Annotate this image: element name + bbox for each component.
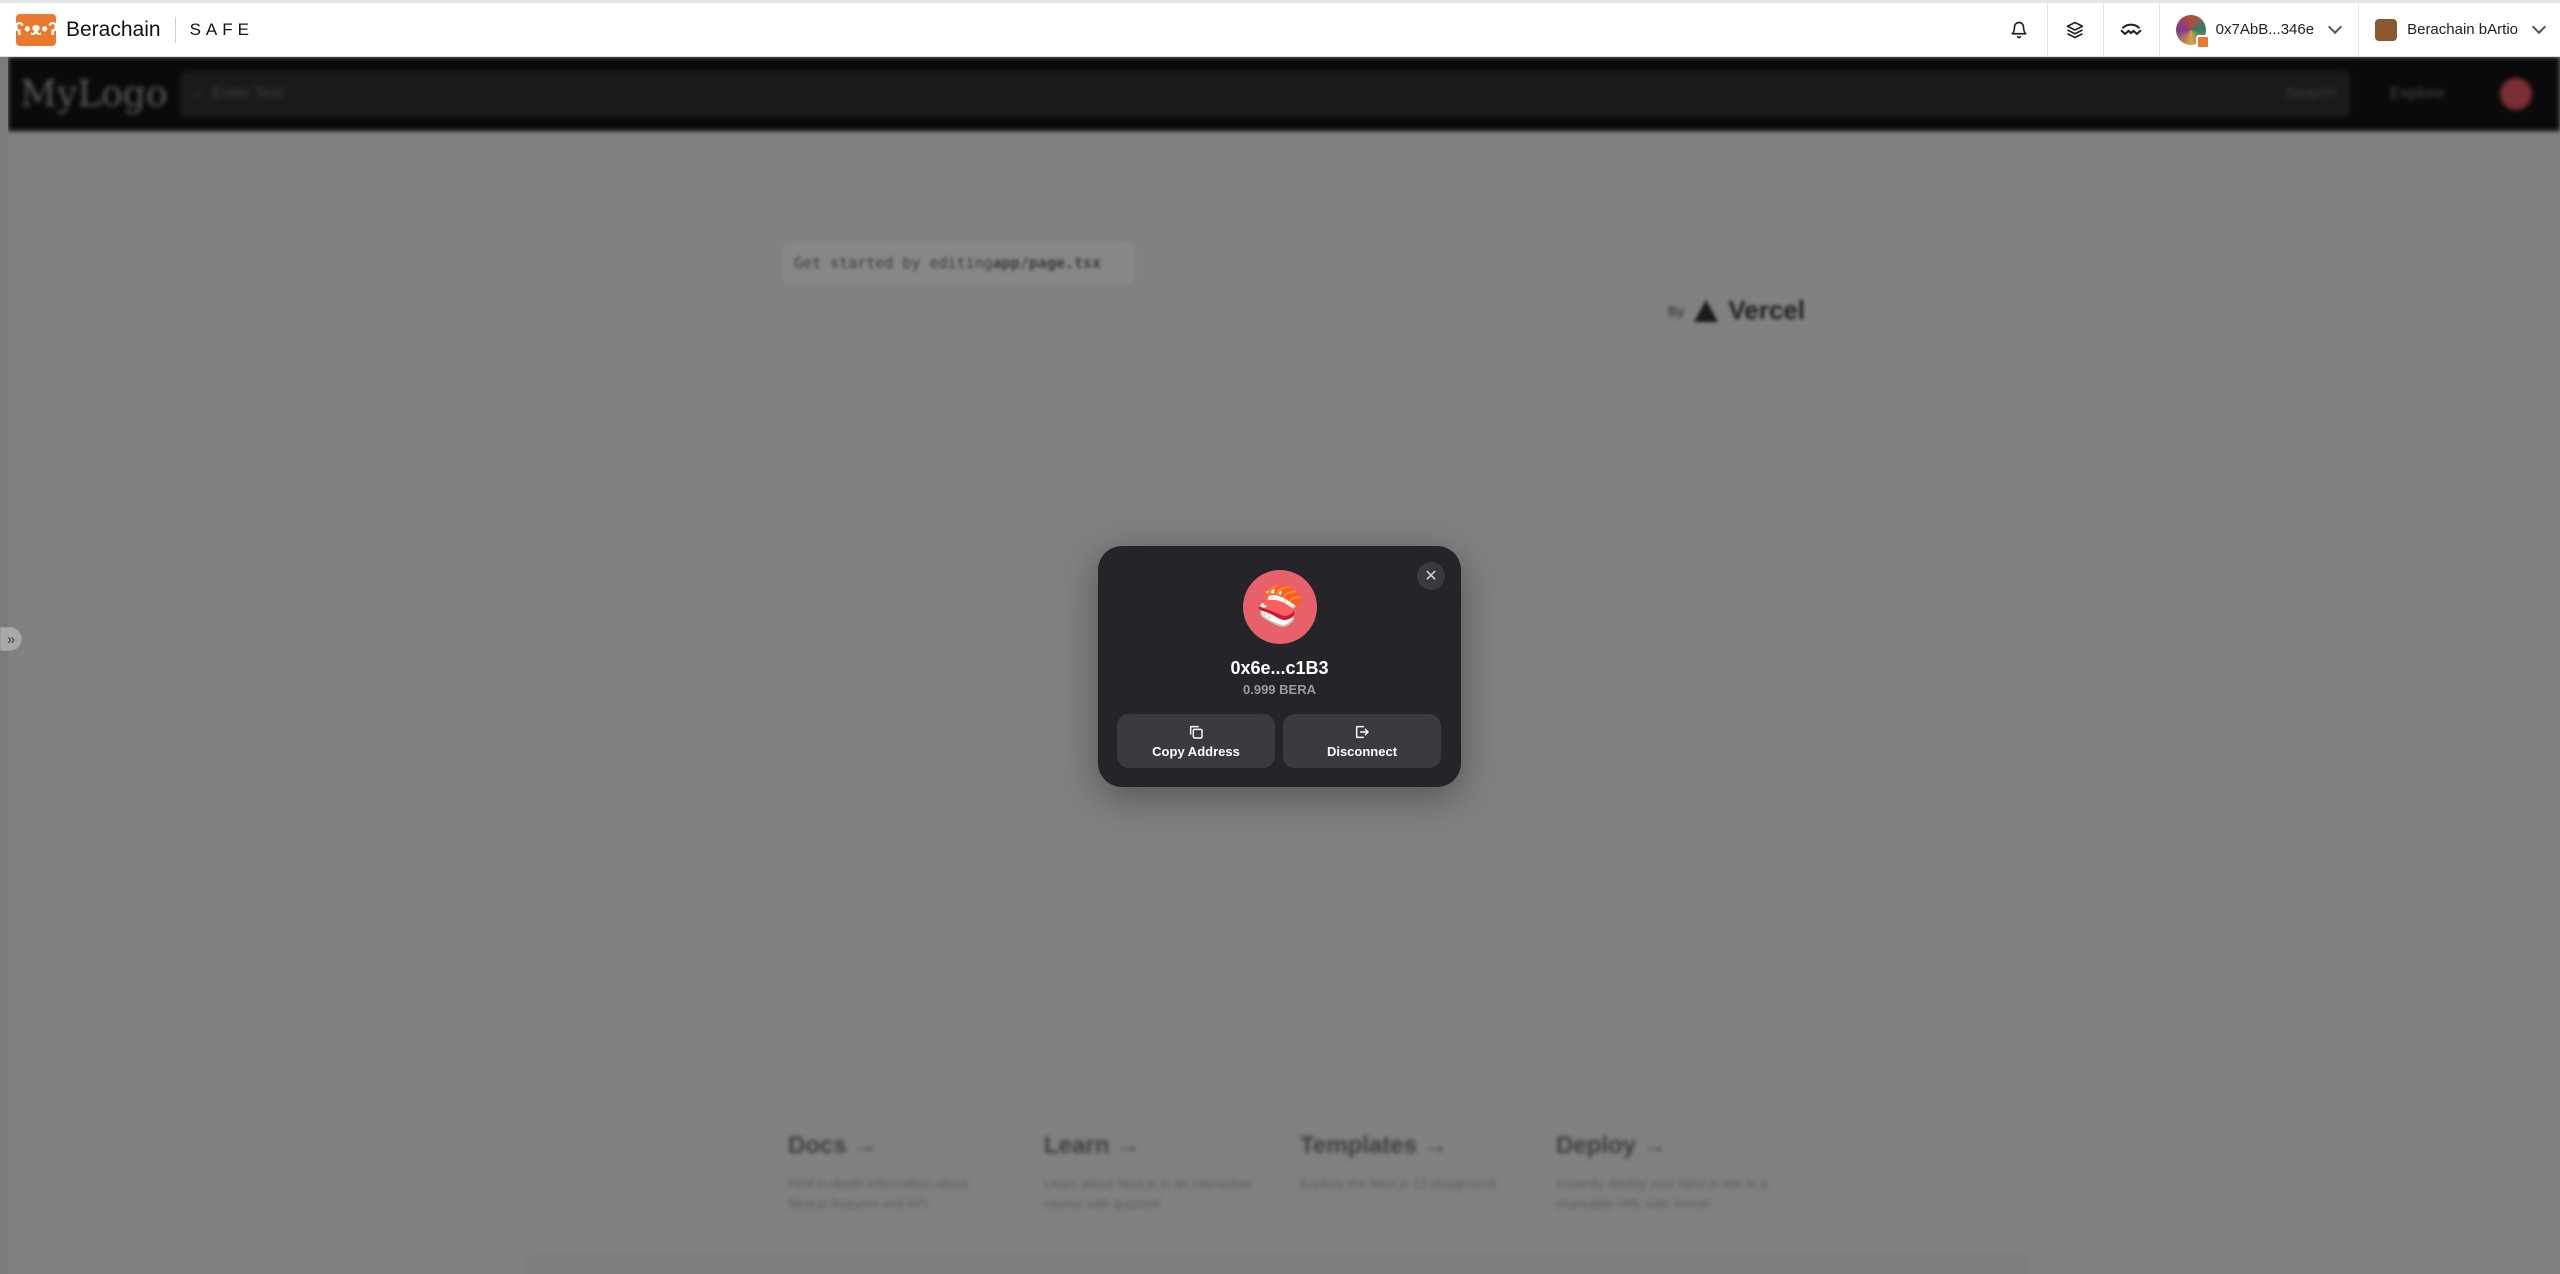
wallet-badge-icon: [2195, 34, 2210, 49]
wallet-account-modal: ✕ 🍣 0x6e...c1B3 0.999 BERA Copy Address …: [1098, 546, 1461, 787]
brand-divider: [174, 16, 176, 43]
card-docs[interactable]: Docs → Find in-depth information about N…: [788, 1132, 1000, 1214]
bell-icon: [2011, 21, 2027, 38]
wallet-address: 0x6e...c1B3: [1230, 658, 1329, 678]
close-icon: ✕: [1424, 568, 1438, 585]
wallet-balance: 0.999 BERA: [1243, 682, 1316, 697]
account-avatar: [2175, 14, 2210, 49]
app-avatar[interactable]: [2500, 78, 2532, 110]
get-started-text: Get started by editing: [794, 254, 993, 272]
vercel-label: Vercel: [1728, 295, 1805, 325]
modal-actions: Copy Address Disconnect: [1117, 714, 1441, 768]
get-started-file: app/page.tsx: [992, 254, 1102, 272]
disconnect-button[interactable]: Disconnect: [1283, 714, 1441, 768]
search-icon: ⌕: [194, 85, 212, 102]
network-name: Berachain bArtio: [2407, 21, 2518, 38]
walletconnect-icon: [2120, 23, 2142, 35]
chevron-down-icon: [2328, 19, 2343, 35]
get-started-banner: Get started by editing app/page.tsx: [783, 242, 1135, 284]
notifications-button[interactable]: [1991, 2, 2047, 58]
brand-name: Berachain: [66, 17, 161, 41]
card-title: Docs →: [788, 1132, 878, 1159]
product-name: SAFE: [189, 19, 254, 39]
network-selector[interactable]: Berachain bArtio: [2358, 1, 2560, 58]
chevron-down-icon: [2531, 19, 2547, 35]
vercel-logo-icon: [1694, 299, 1719, 322]
disconnect-label: Disconnect: [1326, 743, 1398, 759]
transactions-button[interactable]: [2046, 1, 2103, 58]
copy-address-label: Copy Address: [1152, 743, 1240, 759]
copy-address-button[interactable]: Copy Address: [1117, 714, 1275, 768]
layers-icon: [2066, 21, 2084, 38]
app-footer: [528, 1252, 2028, 1274]
app-search-bar[interactable]: ⌕ Enter Text Search: [180, 71, 2350, 117]
disconnect-icon: [1355, 725, 1369, 738]
card-title: Deploy →: [1556, 1132, 1667, 1159]
card-text: Explore the Next.js 13 playground.: [1300, 1176, 1499, 1191]
network-logo-icon: [2375, 18, 2398, 41]
header-actions: 0x7AbB...346e Berachain bArtio: [1991, 1, 2560, 58]
berachain-logo-icon: ʕ•ᴥ•ʔ: [14, 13, 58, 46]
card-text: Learn about Next.js in an interactive co…: [1044, 1176, 1252, 1211]
card-text: Instantly deploy your Next.js site to a …: [1556, 1176, 1768, 1211]
explore-link[interactable]: Explore: [2390, 85, 2444, 103]
card-templates[interactable]: Templates → Explore the Next.js 13 playg…: [1300, 1132, 1512, 1214]
walletconnect-button[interactable]: [2102, 1, 2159, 58]
account-address: 0x7AbB...346e: [2215, 21, 2315, 38]
card-title: Templates →: [1300, 1132, 1448, 1159]
search-button[interactable]: Search: [2285, 85, 2336, 103]
card-text: Find in-depth information about Next.js …: [788, 1176, 968, 1211]
card-title: Learn →: [1044, 1132, 1141, 1159]
modal-close-button[interactable]: ✕: [1417, 562, 1445, 590]
by-vercel-link[interactable]: By Vercel: [1668, 295, 1805, 326]
card-learn[interactable]: Learn → Learn about Next.js in an intera…: [1044, 1132, 1256, 1214]
brand[interactable]: ʕ•ᴥ•ʔ Berachain SAFE: [0, 3, 254, 56]
double-chevron-right-icon: »: [6, 630, 16, 648]
wallet-avatar: 🍣: [1243, 570, 1317, 644]
app-logo[interactable]: MyLogo: [20, 74, 168, 115]
by-label: By: [1668, 302, 1685, 319]
copy-icon: [1189, 725, 1203, 739]
feature-cards: Docs → Find in-depth information about N…: [788, 1132, 1768, 1214]
app-navbar: MyLogo ⌕ Enter Text Search Explore: [8, 57, 2560, 131]
account-selector[interactable]: 0x7AbB...346e: [2158, 1, 2358, 58]
safe-header: ʕ•ᴥ•ʔ Berachain SAFE 0x7AbB...346e Berac…: [0, 0, 2560, 58]
card-deploy[interactable]: Deploy → Instantly deploy your Next.js s…: [1556, 1132, 1768, 1214]
search-placeholder: Enter Text: [211, 85, 284, 102]
